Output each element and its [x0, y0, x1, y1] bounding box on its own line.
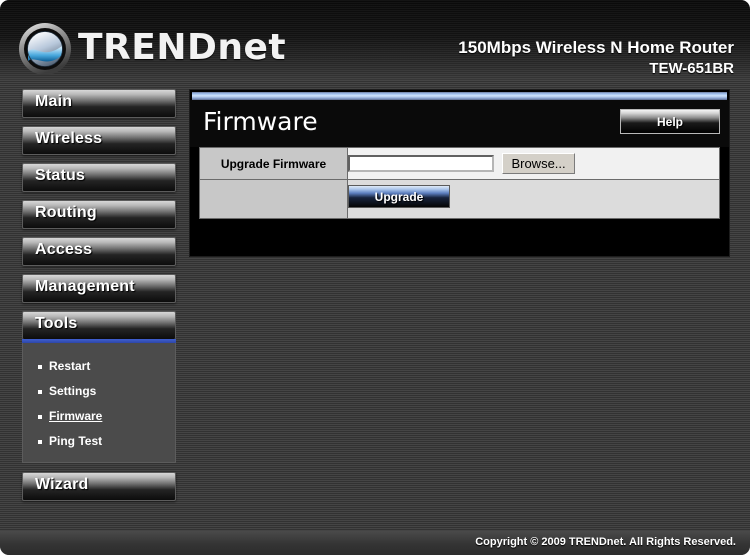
upgrade-button-label: Upgrade: [374, 190, 424, 204]
trendnet-logo-icon: [19, 23, 71, 75]
sidebar-item-tools[interactable]: Tools: [22, 311, 176, 343]
submenu-item-label: Firmware: [49, 409, 103, 423]
upgrade-button[interactable]: Upgrade: [348, 185, 450, 208]
sidebar-item-label: Access: [35, 241, 93, 258]
sidebar-item-wireless[interactable]: Wireless: [22, 126, 176, 155]
upgrade-firmware-label: Upgrade Firmware: [199, 147, 348, 180]
page-footer: Copyright © 2009 TRENDnet. All Rights Re…: [0, 531, 750, 555]
browse-button[interactable]: Browse...: [502, 153, 575, 174]
sidebar-item-main[interactable]: Main: [22, 89, 176, 118]
submenu-item-label: Settings: [49, 384, 97, 398]
spacer-cell: [199, 179, 348, 219]
sidebar-item-access[interactable]: Access: [22, 237, 176, 266]
sidebar-item-routing[interactable]: Routing: [22, 200, 176, 229]
table-row-upgrade-firmware: Upgrade Firmware Browse...: [199, 147, 720, 180]
sidebar-item-status[interactable]: Status: [22, 163, 176, 192]
content-panel: Firmware Help Upgrade Firmware Browse...…: [189, 89, 730, 257]
copyright-notice: Copyright © 2009 TRENDnet. All Rights Re…: [475, 536, 736, 548]
help-button-label: Help: [656, 115, 683, 129]
submenu-item-label: Restart: [49, 359, 91, 373]
brand-wordmark: TRENDnet: [78, 27, 287, 68]
sidebar-item-label: Management: [35, 278, 135, 295]
submenu-item-settings[interactable]: Settings: [23, 379, 175, 404]
panel-accent-bar: [192, 92, 727, 100]
panel-titlebar: Firmware Help: [190, 100, 729, 147]
firmware-upgrade-form: Upgrade Firmware Browse... Upgrade: [199, 147, 720, 219]
help-button[interactable]: Help: [620, 109, 720, 134]
sidebar-item-label: Tools: [35, 315, 78, 332]
router-admin-window: TRENDnet 150Mbps Wireless N Home Router …: [0, 0, 750, 555]
firmware-file-cell: Browse...: [347, 147, 720, 180]
sidebar-item-label: Status: [35, 167, 86, 184]
sidebar-item-label: Wireless: [35, 130, 103, 147]
model-title: 150Mbps Wireless N Home Router: [458, 38, 734, 57]
firmware-file-input[interactable]: [348, 155, 494, 172]
submenu-item-restart[interactable]: Restart: [23, 354, 175, 379]
submenu-item-ping-test[interactable]: Ping Test: [23, 429, 175, 454]
action-cell: Upgrade: [347, 179, 720, 219]
model-number: TEW-651BR: [649, 60, 734, 77]
submenu-item-firmware[interactable]: Firmware: [23, 404, 175, 429]
page-title: Firmware: [203, 107, 318, 136]
sidebar-submenu-tools: Restart Settings Firmware Ping Test: [22, 343, 176, 463]
sidebar-item-label: Main: [35, 93, 73, 110]
table-row-actions: Upgrade: [199, 179, 720, 219]
panel-filler: [190, 219, 729, 256]
sidebar-item-wizard[interactable]: Wizard: [22, 472, 176, 501]
page-header: TRENDnet 150Mbps Wireless N Home Router …: [0, 0, 750, 80]
sidebar-item-management[interactable]: Management: [22, 274, 176, 303]
submenu-item-label: Ping Test: [49, 434, 103, 448]
sidebar-item-label: Wizard: [35, 476, 89, 493]
sidebar-nav: Main Wireless Status Routing Access Mana…: [22, 89, 176, 509]
sidebar-item-label: Routing: [35, 204, 97, 221]
